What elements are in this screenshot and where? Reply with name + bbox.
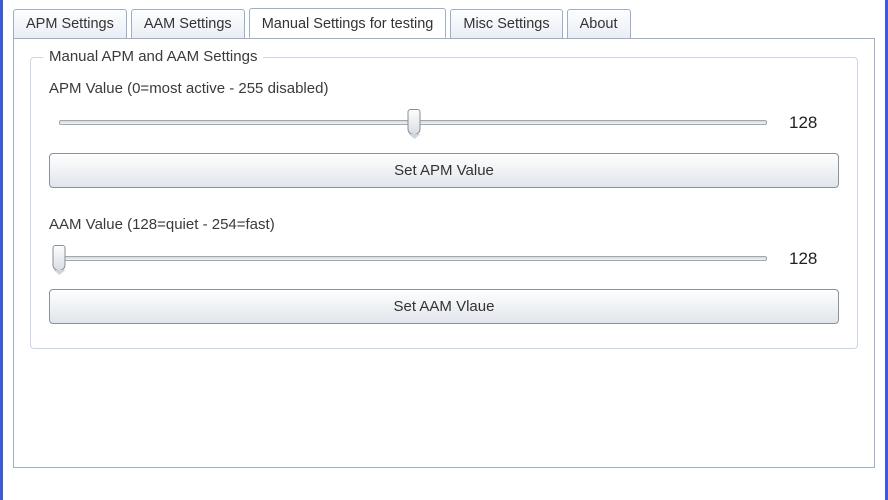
aam-slider[interactable]	[59, 247, 767, 271]
tab-panel: Manual APM and AAM Settings APM Value (0…	[13, 38, 875, 468]
set-aam-button[interactable]: Set AAM Vlaue	[49, 289, 839, 324]
tab-strip: APM Settings AAM Settings Manual Setting…	[13, 8, 875, 38]
tab-aam-settings[interactable]: AAM Settings	[131, 9, 245, 39]
apm-slider[interactable]	[59, 111, 767, 135]
manual-settings-group: Manual APM and AAM Settings APM Value (0…	[30, 57, 858, 349]
slider-thumb[interactable]	[53, 245, 66, 271]
apm-value-display: 128	[789, 113, 839, 133]
aam-field: AAM Value (128=quiet - 254=fast) 128 Set…	[49, 216, 839, 324]
slider-track	[59, 256, 767, 261]
apm-field: APM Value (0=most active - 255 disabled)…	[49, 80, 839, 188]
tab-about[interactable]: About	[567, 9, 631, 39]
tab-misc-settings[interactable]: Misc Settings	[450, 9, 562, 39]
slider-thumb[interactable]	[408, 109, 421, 135]
set-apm-button[interactable]: Set APM Value	[49, 153, 839, 188]
group-title: Manual APM and AAM Settings	[43, 48, 263, 65]
aam-label: AAM Value (128=quiet - 254=fast)	[49, 216, 839, 233]
tab-apm-settings[interactable]: APM Settings	[13, 9, 127, 39]
tab-manual-settings[interactable]: Manual Settings for testing	[249, 8, 447, 38]
apm-label: APM Value (0=most active - 255 disabled)	[49, 80, 839, 97]
aam-value-display: 128	[789, 249, 839, 269]
